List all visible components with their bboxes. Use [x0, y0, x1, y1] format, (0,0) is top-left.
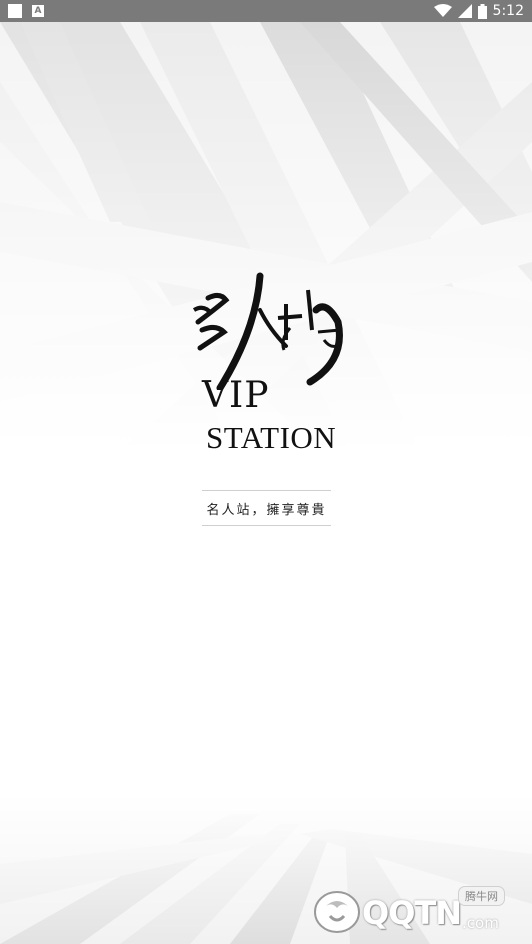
logo-station-text: STATION: [206, 420, 337, 455]
watermark-brand: QQTN: [362, 894, 462, 932]
app-logo: VIP STATION: [190, 270, 350, 470]
white-square-icon: [8, 4, 22, 18]
wifi-icon: [433, 4, 452, 17]
qqtn-watermark: QQTN .com 腾牛网: [312, 886, 524, 938]
status-time: 5:12: [492, 3, 524, 19]
splash-screen: A 5:12 VIP STATION 名人站，擁享尊貴 QQTN .com 腾牛…: [0, 0, 532, 944]
status-bar: A 5:12: [0, 0, 532, 22]
battery-icon: [477, 3, 487, 19]
calligraphy-logo-mark: [192, 272, 343, 390]
cellular-signal-icon: [457, 4, 472, 18]
logo-vip-text: VIP: [202, 375, 270, 416]
tagline-text: 名人站，擁享尊貴: [206, 502, 327, 518]
watermark-domain: .com: [462, 914, 499, 932]
tagline-frame: 名人站，擁享尊貴: [202, 490, 331, 526]
watermark-badge: 腾牛网: [458, 886, 505, 906]
a-notification-icon: A: [32, 5, 44, 17]
qqtn-logo-icon: [314, 891, 360, 933]
